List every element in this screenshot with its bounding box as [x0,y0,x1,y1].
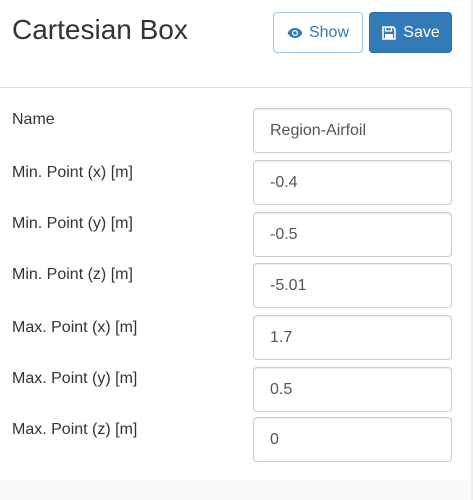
panel-header: Cartesian Box Show Save [0,0,473,88]
field-row-min-z: Min. Point (z) [m] [0,261,473,311]
save-button-label: Save [403,23,440,41]
field-label: Min. Point (y) [m] [12,215,133,232]
max-point-x-field[interactable] [253,315,452,360]
eye-icon [287,25,303,41]
max-point-y-field[interactable] [253,367,452,412]
save-button[interactable]: Save [369,12,452,53]
field-row-min-y: Min. Point (y) [m] [0,210,473,260]
show-button-label: Show [308,23,350,41]
cartesian-box-panel: Cartesian Box Show Save Name Region-Airf… [0,0,473,500]
field-row-max-z: Max. Point (z) [m] [0,416,473,466]
name-field[interactable] [253,108,452,153]
field-row-max-y: Max. Point (y) [m] [0,365,473,415]
field-label: Max. Point (x) [m] [12,319,138,336]
field-label: Max. Point (y) [m] [12,370,138,387]
field-label: Min. Point (x) [m] [12,164,133,181]
show-button[interactable]: Show [273,12,363,53]
min-point-x-field[interactable] [253,160,452,205]
min-point-y-field[interactable] [253,212,452,257]
panel-title: Cartesian Box [12,14,188,45]
field-row-max-x: Max. Point (x) [m] [0,313,473,363]
max-point-z-field[interactable] [253,417,452,462]
field-row-name: Name [0,106,473,156]
panel-footer-space [0,480,473,500]
min-point-z-field[interactable] [253,263,452,308]
field-label: Min. Point (z) [m] [12,266,133,283]
field-label: Max. Point (z) [m] [12,421,138,438]
field-label: Name [12,111,55,128]
field-row-min-x: Min. Point (x) [m] [0,158,473,208]
floppy-disk-icon [381,25,397,41]
